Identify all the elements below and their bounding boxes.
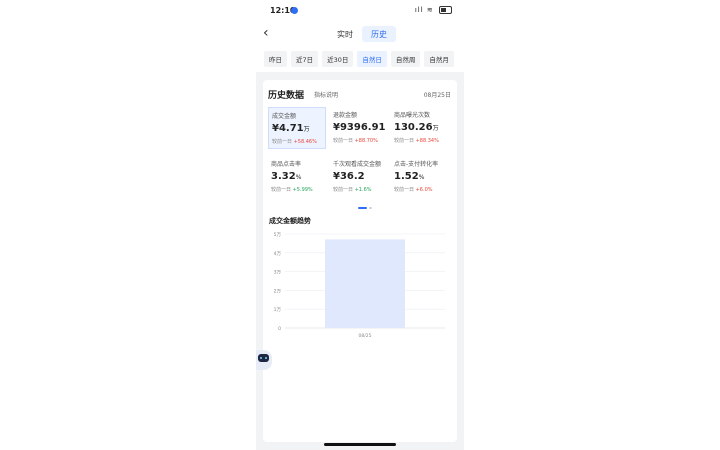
metric-explanation-link[interactable]: 指标说明 — [314, 90, 338, 99]
chart-title: 成交金额趋势 — [269, 217, 311, 225]
x-tick-label: 08/25 — [359, 333, 372, 339]
robot-face — [258, 354, 269, 362]
signal-icon: ıll — [414, 6, 424, 14]
metric-ctr[interactable]: 商品点击率 3.32% 较前一日 +5.99% — [268, 156, 326, 198]
location-icon — [291, 7, 298, 14]
metric-value: ¥4.71万 — [272, 123, 310, 134]
metric-label: 成交金额 — [272, 113, 297, 120]
segment-realtime[interactable]: 实时 — [328, 26, 362, 42]
page-dot-active — [358, 207, 367, 209]
segment-history[interactable]: 历史 — [362, 26, 396, 42]
metric-gmv[interactable]: 成交金额 ¥4.71万 较前一日 +58.46% — [268, 107, 326, 149]
tab-natural-month[interactable]: 自然月 — [424, 51, 454, 67]
metric-compare: 较前一日 +88.70% — [333, 138, 378, 144]
gmv-trend-chart: 5万 4万 3万 2万 1万 0 08/25 — [274, 232, 445, 339]
metric-gpm[interactable]: 千次观看成交金额 ¥36.2 较前一日 +1.6% — [330, 156, 388, 198]
y-tick-label: 1万 — [274, 307, 282, 313]
metric-impressions[interactable]: 商品曝光次数 130.26万 较前一日 +88.34% — [391, 107, 449, 149]
metric-label: 退款金额 — [333, 112, 358, 119]
metric-compare: 较前一日 +1.6% — [333, 187, 372, 193]
mode-segment: 实时 历史 — [328, 26, 396, 42]
metric-compare: 较前一日 +6.0% — [394, 187, 433, 193]
y-tick-label: 5万 — [274, 232, 282, 238]
y-tick-label: 4万 — [274, 251, 282, 257]
metric-refund[interactable]: 退款金额 ¥9396.91 较前一日 +88.70% — [330, 107, 388, 149]
wifi-icon: ≋ — [426, 6, 434, 14]
battery-icon — [439, 6, 452, 14]
y-tick-label: 3万 — [274, 270, 282, 276]
metric-value: 3.32% — [271, 171, 302, 182]
chevron-left-icon[interactable]: ‹ — [263, 25, 269, 41]
metric-value: ¥9396.91 — [333, 122, 386, 133]
phone-screen: 12:10 ıll ≋ ‹ 实时 历史 昨日 近7日 近30日 自然日 自然周 … — [256, 0, 464, 450]
metric-value: 1.52% — [394, 171, 425, 182]
home-indicator[interactable] — [324, 443, 396, 446]
metric-compare: 较前一日 +5.99% — [271, 187, 313, 193]
robot-eye — [260, 357, 262, 359]
metric-compare: 较前一日 +88.34% — [394, 138, 439, 144]
page-dot — [369, 207, 372, 209]
tab-last-30-days[interactable]: 近30日 — [322, 51, 354, 67]
tab-last-7-days[interactable]: 近7日 — [291, 51, 319, 67]
metric-conversion[interactable]: 点击-支付转化率 1.52% 较前一日 +6.0% — [391, 156, 449, 198]
status-bar: 12:10 ıll ≋ — [256, 0, 464, 22]
metric-label: 商品曝光次数 — [394, 112, 431, 119]
metric-label: 商品点击率 — [271, 161, 302, 168]
y-tick-label: 0 — [278, 326, 281, 332]
metric-compare: 较前一日 +58.46% — [272, 139, 317, 145]
card-date: 08月25日 — [423, 92, 451, 99]
assistant-robot-icon[interactable] — [256, 350, 272, 370]
metric-value: ¥36.2 — [333, 171, 365, 182]
metric-label: 点击-支付转化率 — [394, 161, 439, 168]
bar — [325, 239, 405, 328]
nav-bar: ‹ 实时 历史 — [256, 22, 464, 46]
metric-label: 千次观看成交金额 — [333, 161, 382, 168]
card-title: 历史数据 — [268, 91, 305, 101]
tab-yesterday[interactable]: 昨日 — [264, 51, 287, 67]
tab-natural-week[interactable]: 自然周 — [390, 51, 421, 67]
period-tabs: 昨日 近7日 近30日 自然日 自然周 自然月 — [256, 46, 464, 72]
metric-value: 130.26万 — [394, 122, 439, 133]
robot-eye — [265, 357, 267, 359]
status-icons: ıll ≋ — [415, 6, 452, 14]
tab-natural-day[interactable]: 自然日 — [357, 51, 387, 67]
history-data-card: 历史数据 指标说明 08月25日 成交金额 ¥4.71万 较前一日 +58.46… — [263, 80, 457, 442]
y-tick-label: 2万 — [274, 288, 282, 294]
